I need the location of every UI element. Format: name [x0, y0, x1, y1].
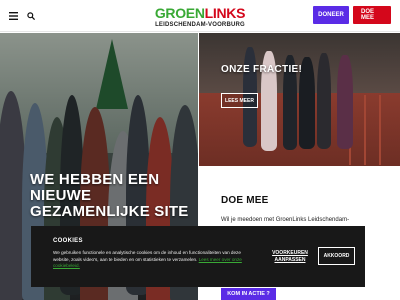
- kom-in-actie-button[interactable]: KOM IN ACTIE ?: [221, 288, 276, 300]
- site-logo[interactable]: GROENLINKS LEIDSCHENDAM-VOORBURG: [150, 6, 250, 29]
- doneer-button[interactable]: DONEER: [313, 6, 349, 24]
- fractie-card[interactable]: ONZE FRACTIE! LEES MEER: [199, 33, 400, 166]
- christmas-tree-image: [96, 39, 128, 109]
- voorkeuren-aanpassen-button[interactable]: VOORKEUREN AANPASSEN: [271, 250, 309, 264]
- fractie-person: [317, 53, 331, 149]
- logo-text-red: LINKS: [204, 5, 246, 21]
- site-header: GROENLINKS LEIDSCHENDAM-VOORBURG DONEER …: [0, 0, 400, 32]
- cookie-text: We gebruiken functionele en analytische …: [53, 250, 258, 270]
- doe-mee-button[interactable]: DOE MEE: [353, 6, 391, 24]
- fractie-title: ONZE FRACTIE!: [221, 64, 303, 75]
- bridge-rail: [379, 95, 381, 165]
- logo-text-green: GROEN: [154, 5, 205, 21]
- lees-meer-button[interactable]: LEES MEER: [221, 93, 258, 108]
- doe-mee-text: Wil je meedoen met GroenLinks Leidschend…: [221, 217, 350, 223]
- hamburger-menu-icon[interactable]: [6, 9, 20, 23]
- hero-title[interactable]: WE HEBBEN EEN NIEUWE GEZAMENLIJKE SITE: [30, 172, 190, 220]
- logo-subtitle: LEIDSCHENDAM-VOORBURG: [155, 22, 245, 28]
- bridge-rail: [364, 95, 366, 165]
- akkoord-button[interactable]: AKKOORD: [318, 247, 355, 265]
- cookie-banner: COOKIES We gebruiken functionele en anal…: [31, 226, 365, 287]
- fractie-person: [337, 55, 353, 149]
- doe-mee-title: DOE MEE: [221, 195, 269, 206]
- search-icon[interactable]: [24, 9, 38, 23]
- cookie-title: COOKIES: [53, 238, 83, 244]
